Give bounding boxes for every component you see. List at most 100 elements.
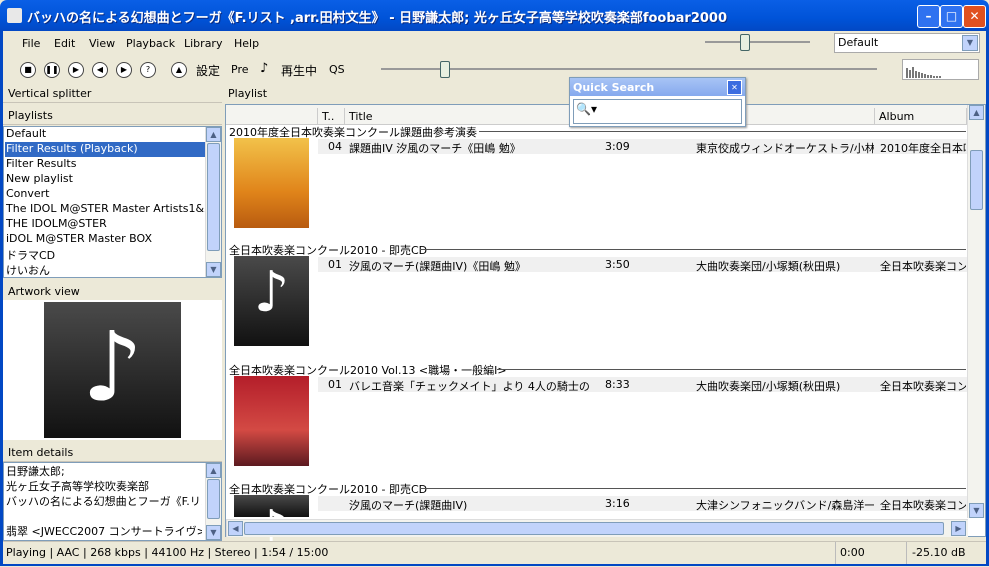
- track-row[interactable]: 01 バレエ音楽「チェックメイト」より 4人の騎士の踊り、... 8:33 大曲吹奏楽…: [318, 377, 968, 393]
- playlist-item[interactable]: ドラマCD: [5, 247, 205, 262]
- track-artist: 大津シンフォニックバンド/森島洋一...: [696, 499, 874, 512]
- window-title: バッハの名による幻想曲とフーガ《F.リスト ,arr.田村文生》 - 日野謙太郎…: [27, 11, 728, 26]
- dsp-preset-select[interactable]: Default ▼: [834, 33, 980, 53]
- column-track-label: T..: [322, 110, 335, 123]
- menu-edit[interactable]: Edit: [54, 37, 75, 50]
- menu-library[interactable]: Library: [184, 37, 222, 50]
- random-icon[interactable]: ?: [140, 62, 156, 78]
- playlist-view[interactable]: [225, 104, 986, 537]
- quick-search-close-button[interactable]: ✕: [727, 80, 742, 95]
- scroll-up-icon[interactable]: ▲: [969, 105, 984, 120]
- seek-bar-track[interactable]: [381, 68, 877, 70]
- previous-icon[interactable]: ◀: [92, 62, 108, 78]
- track-album: 全日本吹奏楽コン: [880, 499, 966, 512]
- playlist-item[interactable]: iDOL M@STER Master BOX: [5, 232, 205, 247]
- chevron-down-icon[interactable]: ▼: [962, 35, 978, 51]
- menu-file[interactable]: File: [22, 37, 40, 50]
- menu-playback[interactable]: Playback: [126, 37, 175, 50]
- playlists-header: Playlists: [3, 106, 222, 125]
- pause-icon[interactable]: ❚❚: [44, 62, 60, 78]
- playlist-item[interactable]: Default: [5, 127, 205, 142]
- playlist-scroll-thumb[interactable]: [970, 150, 983, 210]
- menu-view[interactable]: View: [89, 37, 115, 50]
- note-button[interactable]: ♪: [260, 61, 268, 76]
- column-art[interactable]: [226, 108, 318, 125]
- playlist-item[interactable]: New playlist: [5, 172, 205, 187]
- track-artist: 東京佼成ウィンドオーケストラ/小林...: [696, 142, 874, 155]
- quick-search-titlebar: Quick Search ✕: [570, 78, 745, 96]
- album-art: ♪: [234, 495, 309, 564]
- item-detail-line: 日野謙太郎;: [6, 465, 65, 478]
- track-time: 3:50: [605, 258, 630, 271]
- column-album-label: Album: [879, 110, 915, 123]
- scroll-down-icon[interactable]: ▼: [969, 503, 984, 518]
- item-details-title: Item details: [8, 446, 74, 459]
- music-note-icon: ♪: [81, 311, 144, 423]
- maximize-button[interactable]: □: [940, 5, 963, 28]
- track-time: 8:33: [605, 378, 630, 391]
- spectrum-bars: [906, 67, 941, 78]
- column-title-label: Title: [349, 110, 373, 123]
- album-art: [234, 376, 309, 466]
- track-artist: 大曲吹奏楽団/小塚類(秋田県): [696, 380, 841, 393]
- volume-slider-track[interactable]: [705, 41, 810, 43]
- scroll-right-icon[interactable]: ▶: [951, 521, 966, 536]
- details-scrollbar[interactable]: ▲ ▼: [205, 463, 221, 540]
- album-art: ♪: [234, 256, 309, 346]
- status-bar: Playing | AAC | 268 kbps | 44100 Hz | St…: [3, 541, 986, 564]
- column-track[interactable]: T..: [318, 108, 345, 125]
- music-note-icon: ♪: [253, 260, 290, 325]
- track-time: 3:09: [605, 140, 630, 153]
- seek-bar-thumb[interactable]: [440, 61, 450, 78]
- stop-icon[interactable]: ■: [20, 62, 36, 78]
- playlist-item[interactable]: Convert: [5, 187, 205, 202]
- playlist-item[interactable]: Filter Results (Playback): [5, 142, 205, 157]
- status-text: Playing | AAC | 268 kbps | 44100 Hz | St…: [6, 546, 329, 559]
- track-row[interactable]: 01 汐風のマーチ(課題曲IV)《田嶋 勉》 3:50 大曲吹奏楽団/小塚類(秋田県)…: [318, 257, 968, 273]
- vertical-splitter-title: Vertical splitter: [8, 87, 92, 100]
- details-scroll-thumb[interactable]: [207, 479, 220, 519]
- track-track: 04: [328, 140, 342, 153]
- playlist-vscrollbar[interactable]: ▲ ▼: [967, 105, 985, 518]
- playlists-list[interactable]: Default Filter Results (Playback) Filter R…: [3, 126, 222, 278]
- eject-icon[interactable]: ▲: [171, 62, 187, 78]
- playlist-title: Playlist: [228, 87, 268, 100]
- group-separator: [479, 131, 966, 132]
- dsp-preset-value: Default: [838, 36, 879, 49]
- track-title: バレエ音楽「チェックメイト」より 4人の騎士の踊り、...: [349, 380, 589, 393]
- qs-button[interactable]: QS: [329, 63, 345, 76]
- track-row[interactable]: 04 課題曲IV 汐風のマーチ《田嶋 勉》 3:09 東京佼成ウィンドオーケストラ/小…: [318, 139, 968, 155]
- track-title: 汐風のマーチ(課題曲IV): [349, 499, 468, 512]
- minimize-button[interactable]: –: [917, 5, 940, 28]
- play-icon[interactable]: ▶: [68, 62, 84, 78]
- quick-search-input[interactable]: 🔍▾: [573, 99, 742, 124]
- track-title: 汐風のマーチ(課題曲IV)《田嶋 勉》: [349, 260, 526, 273]
- playlist-hscrollbar[interactable]: ◀ ▶: [226, 519, 968, 537]
- menu-help[interactable]: Help: [234, 37, 259, 50]
- next-icon[interactable]: ▶: [116, 62, 132, 78]
- scroll-left-icon[interactable]: ◀: [228, 521, 243, 536]
- now-playing-button[interactable]: 再生中: [281, 62, 317, 79]
- playlist-item[interactable]: けいおん: [5, 262, 205, 277]
- playlists-scroll-thumb[interactable]: [207, 143, 220, 251]
- track-row[interactable]: 汐風のマーチ(課題曲IV) 3:16 大津シンフォニックバンド/森島洋一... 全日本…: [318, 496, 968, 512]
- scroll-up-icon[interactable]: ▲: [206, 127, 221, 142]
- scroll-down-icon[interactable]: ▼: [206, 262, 221, 277]
- playlists-title: Playlists: [8, 109, 53, 122]
- playlist-item[interactable]: Filter Results: [5, 157, 205, 172]
- playlist-hscroll-thumb[interactable]: [244, 522, 944, 535]
- settings-button[interactable]: 設定: [196, 62, 220, 79]
- magnifier-icon[interactable]: 🔍▾: [576, 102, 597, 116]
- pre-button[interactable]: Pre: [231, 63, 249, 76]
- close-button[interactable]: ✕: [963, 5, 986, 28]
- volume-slider-thumb[interactable]: [740, 34, 750, 51]
- item-details-header: Item details: [3, 443, 222, 462]
- status-divider: [906, 542, 907, 564]
- scroll-up-icon[interactable]: ▲: [206, 463, 221, 478]
- playlist-item[interactable]: The IDOL M@STER Master Artists1&2: [5, 202, 205, 217]
- column-album[interactable]: Album: [875, 108, 967, 125]
- playlist-item[interactable]: THE IDOLM@STER: [5, 217, 205, 232]
- spectrum-visualizer: [902, 59, 979, 80]
- playlists-scrollbar[interactable]: ▲ ▼: [205, 127, 221, 277]
- scroll-down-icon[interactable]: ▼: [206, 525, 221, 540]
